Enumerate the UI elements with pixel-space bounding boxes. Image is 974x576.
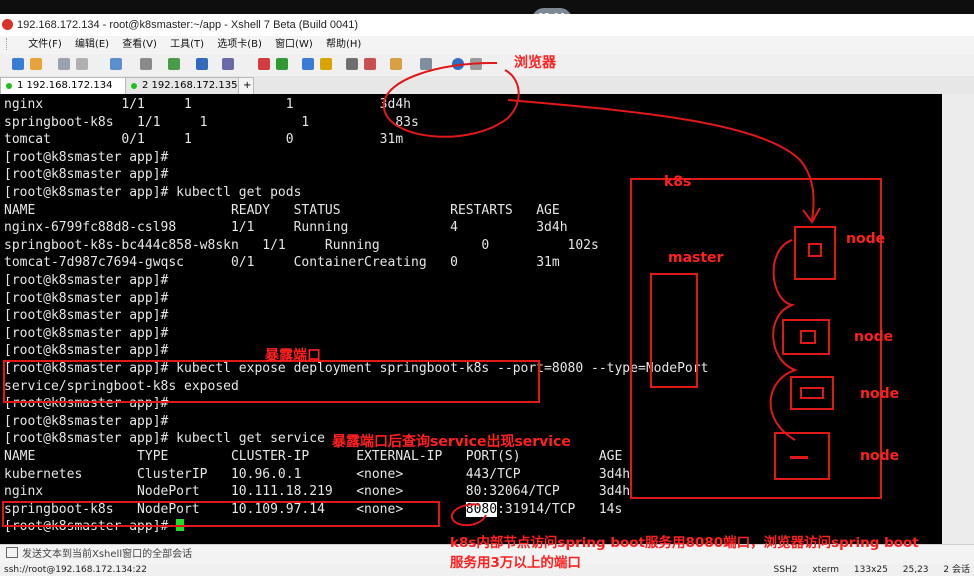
help-icon[interactable]	[452, 58, 464, 70]
terminal-line: [root@k8smaster app]#	[4, 308, 169, 324]
chat-icon[interactable]	[470, 58, 482, 70]
add-tab-button[interactable]: +	[238, 77, 254, 94]
menu-tools[interactable]: 工具(T)	[165, 36, 209, 54]
right-scroll-area[interactable]	[942, 94, 974, 544]
status-size: 133x25	[853, 565, 888, 575]
layout-icon[interactable]	[390, 58, 402, 70]
menu-tabs[interactable]: 选项卡(B)	[212, 36, 267, 54]
node-port-3	[800, 387, 824, 399]
status-connection: ssh://root@192.168.172.134:22	[4, 565, 148, 575]
toolbar	[0, 54, 974, 77]
terminal-line: [root@k8smaster app]#	[4, 413, 169, 429]
window-title: 192.168.172.134 - root@k8smaster:~/app -…	[17, 19, 359, 31]
menu-file[interactable]: 文件(F)	[23, 36, 67, 54]
row-text: :31914/TCP 14s	[497, 501, 623, 517]
terminal-line: [root@k8smaster app]#	[4, 325, 169, 341]
node-port-2	[800, 330, 816, 344]
tab-session-1[interactable]: 1 192.168.172.134 ×	[0, 77, 128, 107]
compose-icon[interactable]	[364, 58, 376, 70]
top-strip	[0, 0, 974, 14]
terminal-line: nginx 1/1 1 1 3d4h	[4, 97, 411, 112]
unlink-icon[interactable]	[76, 58, 88, 70]
open-folder-icon[interactable]	[30, 58, 42, 70]
terminal-line: [root@k8smaster app]# kubectl get pods	[4, 185, 302, 200]
status-terminal-type: xterm	[812, 565, 840, 575]
terminal-line: [root@k8smaster app]#	[4, 290, 169, 306]
node-port-1	[808, 243, 822, 257]
terminal-line: [root@k8smaster app]#	[4, 343, 169, 359]
node-label-1: node	[846, 231, 886, 247]
app-icon	[2, 19, 13, 30]
terminal-line: [root@k8smaster app]# kubectl get servic…	[4, 431, 325, 447]
menu-view[interactable]: 查看(V)	[117, 36, 162, 54]
springboot-row-box	[2, 501, 440, 527]
script-icon[interactable]	[276, 58, 288, 70]
menu-help[interactable]: 帮助(H)	[321, 36, 366, 54]
footer-note-line1: k8s内部节点访问spring boot服务用8080端口，浏览器访问sprin…	[450, 535, 919, 551]
terminal-line: springboot-k8s 1/1 1 1 83s	[4, 114, 419, 130]
plus-icon: +	[243, 80, 252, 91]
terminal-line: kubernetes ClusterIP 10.96.0.1 <none> 44…	[4, 466, 631, 482]
menu-edit[interactable]: 编辑(E)	[70, 36, 114, 54]
expose-command-box	[3, 360, 540, 403]
tab-label: 1 192.168.172.134	[17, 80, 113, 91]
font-icon[interactable]	[222, 58, 234, 70]
terminal-line: springboot-k8s-bc444c858-w8skn 1/1 Runni…	[4, 237, 599, 253]
port-8080-highlight: 8080	[465, 501, 498, 517]
browser-label: 浏览器	[514, 55, 556, 71]
master-label: master	[668, 250, 724, 266]
session-tab-bar: 1 192.168.172.134 × 2 192.168.172.135 +	[0, 76, 974, 107]
terminal-line: NAME READY STATUS RESTARTS AGE	[4, 202, 560, 218]
tab-session-2[interactable]: 2 192.168.172.135	[125, 77, 253, 94]
connected-dot-icon	[131, 83, 137, 89]
title-bar: 192.168.172.134 - root@k8smaster:~/app -…	[0, 14, 974, 36]
copy-icon[interactable]	[110, 58, 122, 70]
tab-label: 2 192.168.172.135	[142, 80, 238, 91]
terminal-line: nginx NodePort 10.111.18.219 <none> 80:3…	[4, 484, 631, 500]
footer-note-line2: 服务用3万以上的端口	[450, 555, 581, 571]
k8s-label: k8s	[664, 174, 692, 190]
keyboard-icon[interactable]	[346, 58, 358, 70]
status-cursor-pos: 25,23	[902, 565, 929, 575]
fullscreen-icon[interactable]	[302, 58, 314, 70]
node-label-2: node	[854, 329, 894, 345]
terminal-line: [root@k8smaster app]#	[4, 273, 169, 288]
new-session-icon[interactable]	[12, 58, 24, 70]
terminal-line: tomcat 0/1 1 0 31m	[4, 132, 404, 148]
find-icon[interactable]	[140, 58, 152, 70]
send-text-icon	[6, 547, 18, 558]
status-protocol: SSH2	[773, 565, 798, 575]
terminal-line: [root@k8smaster app]#	[4, 149, 169, 165]
menu-window[interactable]: 窗口(W)	[270, 36, 318, 54]
connected-dot-icon	[6, 83, 12, 89]
menu-grip-icon	[6, 38, 20, 50]
transfer-icon[interactable]	[168, 58, 180, 70]
link-icon[interactable]	[58, 58, 70, 70]
node-label-4: node	[860, 448, 900, 464]
xftp-icon[interactable]	[258, 58, 270, 70]
status-sessions: 2 会话	[943, 565, 970, 575]
send-to-all-label: 发送文本到当前Xshell窗口的全部会话	[22, 549, 193, 560]
expose-label: 暴露端口	[265, 348, 321, 364]
globe-icon[interactable]	[196, 58, 208, 70]
menu-bar: 文件(F) 编辑(E) 查看(V) 工具(T) 选项卡(B) 窗口(W) 帮助(…	[0, 36, 974, 54]
node-port-4	[790, 456, 808, 459]
lock-icon[interactable]	[320, 58, 332, 70]
terminal-line: [root@k8smaster app]#	[4, 167, 169, 183]
master-box	[650, 273, 698, 388]
terminal-line: tomcat-7d987c7694-gwqsc 0/1 ContainerCre…	[4, 255, 560, 271]
terminal-line: nginx-6799fc88d8-csl98 1/1 Running 4 3d4…	[4, 220, 568, 236]
node-label-3: node	[860, 386, 900, 402]
query-service-label: 暴露端口后查询service出现service	[332, 434, 571, 450]
window-layout-icon[interactable]	[420, 58, 432, 70]
